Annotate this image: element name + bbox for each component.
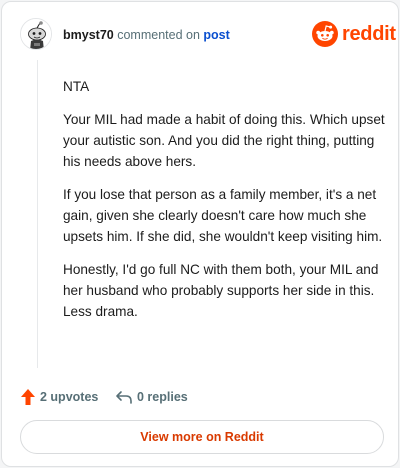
username-link[interactable]: bmyst70	[63, 28, 114, 42]
thread-line	[37, 60, 38, 368]
comment-header: bmyst70 commented on post reddit	[2, 2, 398, 66]
comment-actions: 2 upvotes 0 replies	[20, 387, 380, 407]
reply-arrow-icon	[116, 391, 132, 404]
snoo-avatar-icon	[21, 19, 51, 49]
upvote-arrow-icon	[21, 389, 35, 405]
action-text: commented on	[117, 28, 200, 42]
reddit-logo-icon	[312, 21, 338, 47]
comment-paragraph: Honestly, I'd go full NC with them both,…	[63, 262, 379, 319]
comment-paragraph: Your MIL had made a habit of doing this.…	[63, 112, 385, 169]
replies-button[interactable]: 0 replies	[115, 387, 188, 407]
upvote-button[interactable]: 2 upvotes	[20, 387, 98, 407]
comment-paragraph: If you lose that person as a family memb…	[63, 187, 383, 244]
comment-paragraph: NTA	[63, 79, 90, 94]
reply-count: 0 replies	[137, 390, 188, 404]
embedded-comment-card: bmyst70 commented on post reddit NTA You…	[1, 1, 399, 467]
view-more-button[interactable]: View more on Reddit	[20, 420, 384, 454]
comment-meta: bmyst70 commented on post	[63, 28, 230, 42]
reddit-brand[interactable]: reddit	[312, 21, 396, 47]
user-avatar[interactable]	[20, 18, 52, 50]
upvote-count: 2 upvotes	[40, 390, 99, 404]
comment-body: NTA Your MIL had made a habit of doing t…	[63, 76, 385, 334]
post-link[interactable]: post	[203, 28, 229, 42]
reddit-wordmark: reddit	[342, 23, 396, 45]
